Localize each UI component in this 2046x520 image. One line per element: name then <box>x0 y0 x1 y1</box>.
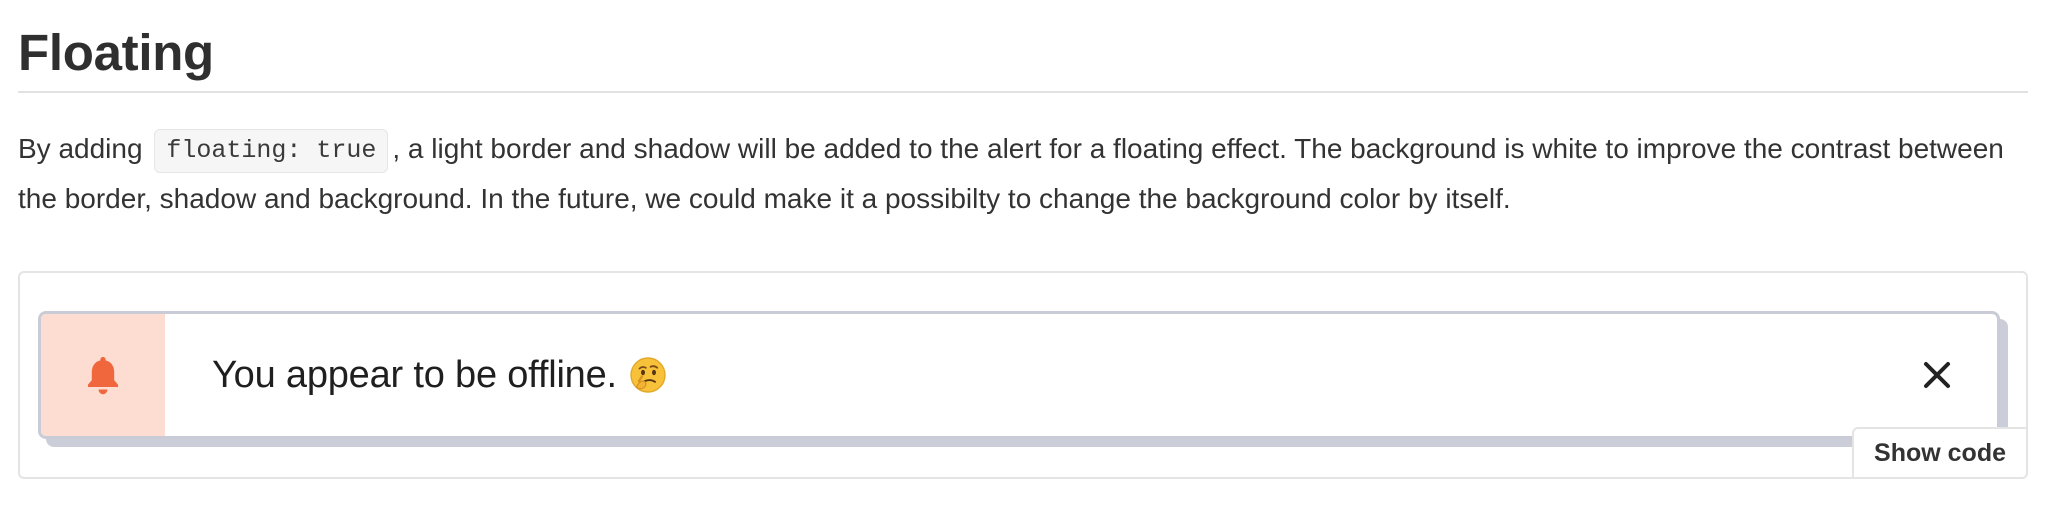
bell-icon <box>85 354 121 396</box>
example-preview: You appear to be offline. Show code <box>18 271 2028 479</box>
thinking-face-emoji <box>629 356 667 394</box>
title-divider <box>18 91 2028 93</box>
floating-alert: You appear to be offline. <box>38 311 2000 439</box>
alert-message-text: You appear to be offline. <box>212 353 617 396</box>
inline-code: floating: true <box>154 129 389 173</box>
alert-icon-panel <box>41 314 165 436</box>
section-title: Floating <box>18 24 214 81</box>
intro-text-before: By adding <box>18 133 151 164</box>
alert-close-button[interactable] <box>1915 314 1959 436</box>
close-icon <box>1922 360 1952 390</box>
intro-paragraph: By adding floating: true, a light border… <box>18 124 2028 224</box>
docs-page: Floating By adding floating: true, a lig… <box>0 0 2046 520</box>
show-code-button[interactable]: Show code <box>1852 427 2028 479</box>
alert-message: You appear to be offline. <box>212 314 667 436</box>
